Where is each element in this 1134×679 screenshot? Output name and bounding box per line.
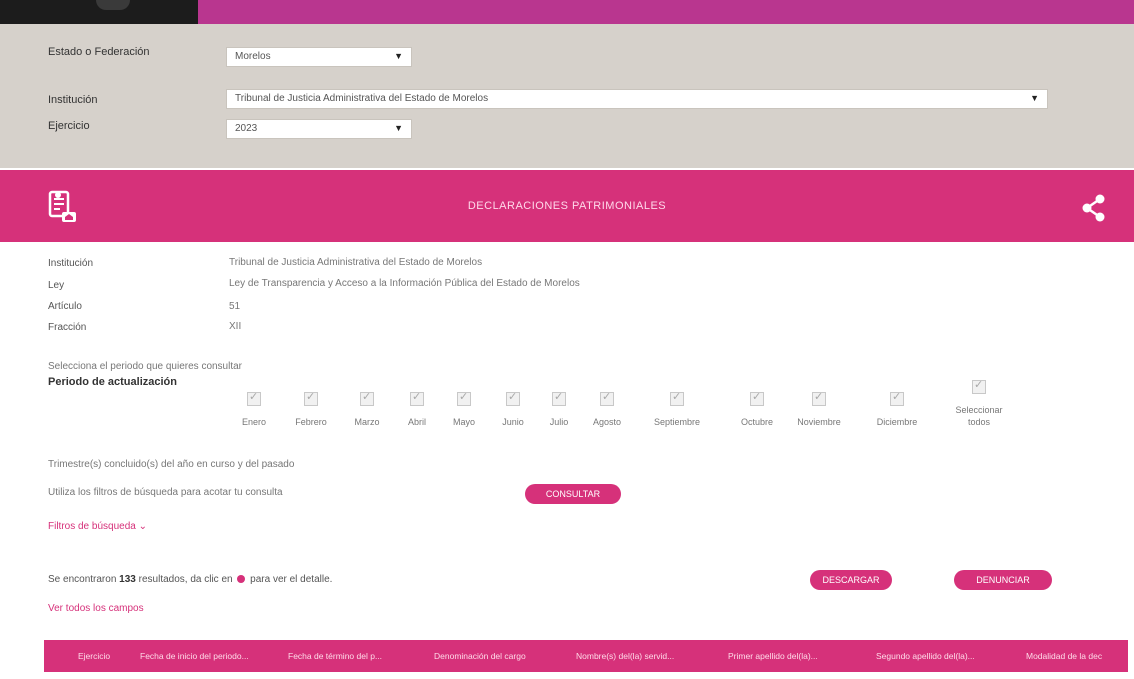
results-summary: Se encontraron 133 resultados, da clic e… [48,574,332,585]
estado-label: Estado o Federación [48,46,150,58]
results-count: 133 [119,574,136,585]
results-suffix: para ver el detalle. [250,574,333,585]
column-header[interactable]: Fecha de término del p... [288,651,382,661]
checkbox-icon [750,390,764,406]
month-label: Noviembre [797,417,841,427]
month-label: Diciembre [876,417,918,427]
estado-select-value: Morelos [235,51,271,62]
info-fraccion-label: Fracción [48,322,87,333]
ejercicio-label: Ejercicio [48,120,90,132]
month-label: Septiembre [653,417,701,427]
search-filters-label: Filtros de búsqueda [48,521,136,532]
checkbox-icon [457,390,471,406]
month-checkbox[interactable]: Mayo [439,390,489,428]
info-articulo-label: Artículo [48,301,82,312]
share-icon[interactable] [1078,192,1110,224]
search-filters-toggle[interactable]: Filtros de búsqueda ⌄ [48,521,147,532]
month-checkbox[interactable]: Noviembre [794,390,844,428]
filters-panel: Estado o Federación Morelos ▼ Institució… [0,24,1134,168]
section-banner: DECLARACIONES PATRIMONIALES [0,170,1134,242]
month-label: Mayo [452,417,475,427]
info-ley-label: Ley [48,280,65,291]
column-header[interactable]: Fecha de inicio del periodo... [140,651,249,661]
results-middle: resultados, da clic en [138,574,233,585]
column-header[interactable]: Denominación del cargo [434,651,526,661]
checkbox-icon [670,390,684,406]
month-label: Octubre [740,417,773,427]
month-checkbox[interactable]: Agosto [582,390,632,428]
chevron-down-icon: ▼ [394,51,403,61]
ejercicio-select-value: 2023 [235,123,258,134]
period-label: Periodo de actualización [48,376,177,388]
month-label: Abril [407,417,426,427]
chevron-down-icon: ⌄ [138,521,148,532]
filters-hint: Utiliza los filtros de búsqueda para aco… [48,487,283,498]
all-fields-link[interactable]: Ver todos los campos [48,603,144,614]
top-bar [0,0,1134,24]
results-prefix: Se encontraron [48,574,117,585]
table-header: Ejercicio Fecha de inicio del periodo...… [44,640,1128,672]
checkbox-icon [247,390,261,406]
month-checkbox[interactable]: Febrero [286,390,336,428]
denounce-button[interactable]: DENUNCIAR [954,570,1052,590]
month-checkbox[interactable]: Diciembre [872,390,922,428]
month-checkbox[interactable]: Julio [534,390,584,428]
column-header[interactable]: Segundo apellido del(la)... [876,651,975,661]
institucion-select-value: Tribunal de Justicia Administrativa del … [235,93,489,104]
detail-dot-icon [237,575,246,584]
month-checkbox[interactable]: Octubre [732,390,782,428]
month-checkbox[interactable]: Junio [488,390,538,428]
month-checkbox[interactable]: Enero [229,390,279,428]
trimestre-note: Trimestre(s) concluido(s) del año en cur… [48,459,295,470]
checkbox-icon [972,378,986,394]
month-checkbox[interactable]: Abril [392,390,442,428]
top-bar-logo-area [0,0,198,24]
info-ley-value: Ley de Transparencia y Acceso a la Infor… [229,278,580,289]
info-institucion-label: Institución [48,258,94,269]
info-institucion-value: Tribunal de Justicia Administrativa del … [229,257,483,268]
chevron-down-icon: ▼ [394,123,403,133]
ejercicio-select[interactable]: 2023 ▼ [226,119,412,139]
column-header[interactable]: Modalidad de la dec [1026,651,1102,661]
month-label: Julio [549,417,569,427]
download-button[interactable]: DESCARGAR [810,570,892,590]
checkbox-icon [360,390,374,406]
select-all-checkbox[interactable]: Seleccionartodos [950,378,1008,428]
banner-title: DECLARACIONES PATRIMONIALES [467,200,667,212]
month-label: Junio [502,417,524,427]
checkbox-icon [812,390,826,406]
month-label: Febrero [295,417,327,427]
month-label: Agosto [592,417,622,427]
period-instruction: Selecciona el periodo que quieres consul… [48,361,243,372]
checkbox-icon [410,390,424,406]
consultar-button[interactable]: CONSULTAR [525,484,621,504]
checkbox-icon [890,390,904,406]
institucion-label: Institución [48,94,98,106]
estado-select[interactable]: Morelos ▼ [226,47,412,67]
checkbox-icon [600,390,614,406]
column-header[interactable]: Ejercicio [78,651,110,661]
chevron-down-icon: ▼ [1030,93,1039,103]
month-checkbox[interactable]: Septiembre [652,390,702,428]
column-header[interactable]: Nombre(s) del(la) servid... [576,651,674,661]
logo-icon [96,0,130,10]
month-label: Marzo [354,417,380,427]
institucion-select[interactable]: Tribunal de Justicia Administrativa del … [226,89,1048,109]
info-articulo-value: 51 [229,301,241,312]
month-checkbox[interactable]: Marzo [342,390,392,428]
month-label: Enero [241,417,267,427]
info-fraccion-value: XII [229,321,242,332]
column-header[interactable]: Primer apellido del(la)... [728,651,818,661]
checkbox-icon [506,390,520,406]
checkbox-icon [552,390,566,406]
select-all-label: Seleccionar todos [955,405,1003,427]
checkbox-icon [304,390,318,406]
